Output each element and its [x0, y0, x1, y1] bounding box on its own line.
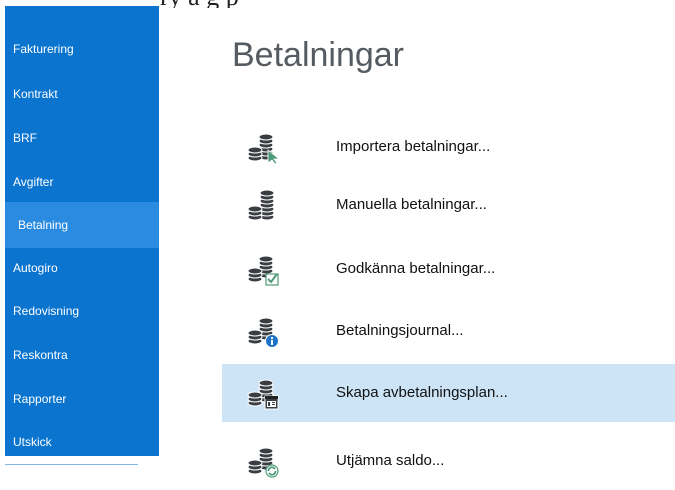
- sidebar-item-fakturering[interactable]: Fakturering: [5, 26, 159, 72]
- sidebar-item-kontrakt[interactable]: Kontrakt: [5, 71, 159, 117]
- sidebar: Fakturering Kontrakt BRF Avgifter Betaln…: [5, 6, 159, 456]
- payment-journal-icon: [247, 317, 279, 348]
- page-title: Betalningar: [232, 36, 405, 74]
- sidebar-item-autogiro[interactable]: Autogiro: [5, 245, 159, 291]
- balance-equalize-icon: [247, 447, 279, 478]
- sidebar-item-redovisning[interactable]: Redovisning: [5, 288, 159, 334]
- action-label: Skapa avbetalningsplan...: [336, 384, 508, 401]
- sidebar-item-avgifter[interactable]: Avgifter: [5, 159, 159, 205]
- import-payments-icon: [247, 133, 280, 164]
- sidebar-item-betalning[interactable]: Betalning: [5, 202, 159, 248]
- action-label: Importera betalningar...: [336, 138, 491, 155]
- equalize-balance-action[interactable]: Utjämna saldo...: [222, 432, 675, 490]
- payment-journal-action[interactable]: Betalningsjournal...: [222, 302, 675, 360]
- sidebar-item-reskontra[interactable]: Reskontra: [5, 332, 159, 378]
- sidebar-item-rapporter[interactable]: Rapporter: [5, 376, 159, 422]
- installment-plan-icon: [247, 379, 279, 410]
- approve-payments-action[interactable]: Godkänna betalningar...: [222, 240, 675, 298]
- manual-payments-action[interactable]: Manuella betalningar...: [222, 176, 675, 234]
- sidebar-item-utskick[interactable]: Utskick: [5, 419, 159, 465]
- approve-payments-icon: [247, 255, 279, 286]
- action-label: Godkänna betalningar...: [336, 260, 496, 277]
- action-label: Betalningsjournal...: [336, 322, 464, 339]
- sidebar-item-brf[interactable]: BRF: [5, 115, 159, 161]
- action-label: Utjämna saldo...: [336, 452, 445, 469]
- action-label: Manuella betalningar...: [336, 196, 487, 213]
- cut-off-top-text: ry a g p: [160, 0, 675, 8]
- create-installment-plan-action[interactable]: Skapa avbetalningsplan...: [222, 364, 675, 422]
- manual-payments-icon: [247, 190, 275, 221]
- import-payments-action[interactable]: Importera betalningar...: [222, 118, 675, 176]
- sidebar-divider: [5, 464, 138, 465]
